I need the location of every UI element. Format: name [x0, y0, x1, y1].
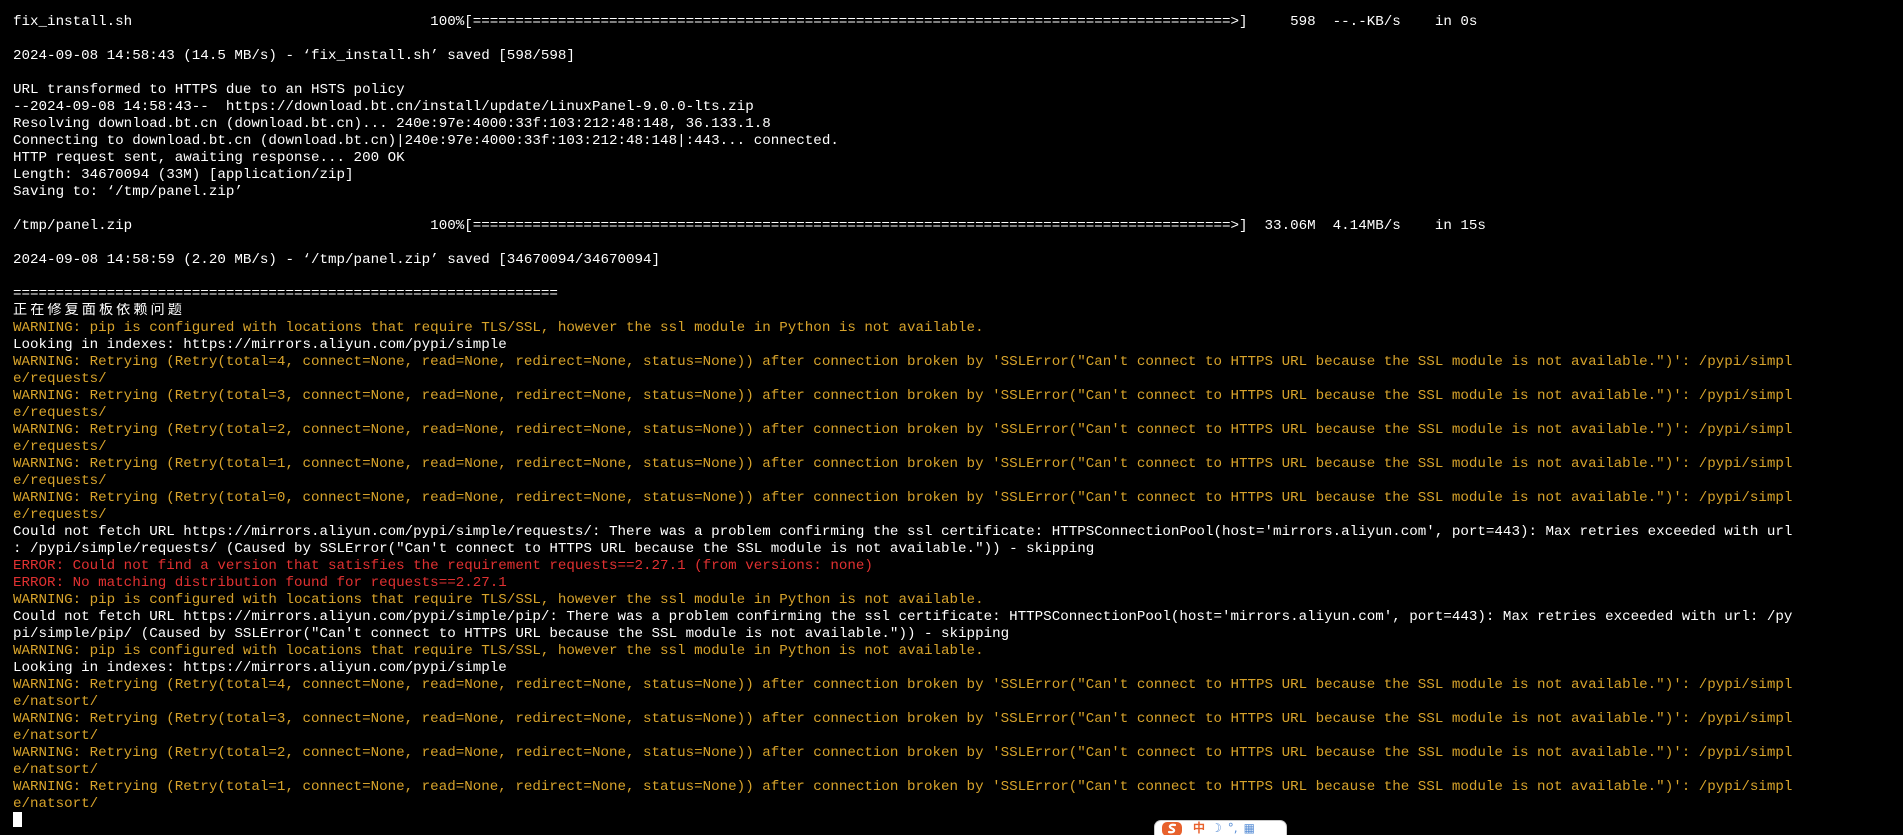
terminal-line: WARNING: Retrying (Retry(total=2, connec…	[13, 745, 1793, 761]
terminal-line: URL transformed to HTTPS due to an HSTS …	[13, 82, 405, 98]
terminal-line: pi/simple/pip/ (Caused by SSLError("Can'…	[13, 626, 1010, 642]
terminal-line: e/requests/	[13, 507, 107, 523]
terminal-line: WARNING: pip is configured with location…	[13, 643, 984, 659]
moon-icon[interactable]: ☽	[1211, 821, 1222, 835]
terminal-line: WARNING: Retrying (Retry(total=1, connec…	[13, 456, 1793, 472]
terminal-line: WARNING: Retrying (Retry(total=0, connec…	[13, 490, 1793, 506]
terminal-line: WARNING: Retrying (Retry(total=3, connec…	[13, 388, 1793, 404]
terminal-line: ERROR: No matching distribution found fo…	[13, 575, 507, 591]
ime-toolbar[interactable]: 中 ☽ °, ▦	[1154, 820, 1287, 835]
terminal-line: e/natsort/	[13, 762, 99, 778]
terminal-line: WARNING: Retrying (Retry(total=3, connec…	[13, 711, 1793, 727]
terminal-line: WARNING: pip is configured with location…	[13, 592, 984, 608]
terminal-line: WARNING: Retrying (Retry(total=4, connec…	[13, 677, 1793, 693]
terminal-line: ========================================…	[13, 286, 558, 302]
terminal-line: e/requests/	[13, 473, 107, 489]
terminal-line: 2024-09-08 14:58:43 (14.5 MB/s) - ‘fix_i…	[13, 48, 575, 64]
terminal-line: Looking in indexes: https://mirrors.aliy…	[13, 660, 507, 676]
terminal-line: e/natsort/	[13, 694, 99, 710]
terminal-line: e/natsort/	[13, 728, 99, 744]
ime-language-toggle[interactable]: 中	[1193, 821, 1205, 835]
terminal-line: WARNING: Retrying (Retry(total=4, connec…	[13, 354, 1793, 370]
terminal-line: e/requests/	[13, 439, 107, 455]
terminal-line: Connecting to download.bt.cn (download.b…	[13, 133, 839, 149]
terminal-line: /tmp/panel.zip 100%[====================…	[13, 218, 1486, 234]
terminal-line: e/requests/	[13, 405, 107, 421]
terminal-line: WARNING: Retrying (Retry(total=2, connec…	[13, 422, 1793, 438]
terminal-line: Length: 34670094 (33M) [application/zip]	[13, 167, 354, 183]
terminal-line: --2024-09-08 14:58:43-- https://download…	[13, 99, 754, 115]
keyboard-grid-icon[interactable]: ▦	[1244, 821, 1255, 835]
terminal-line: HTTP request sent, awaiting response... …	[13, 150, 405, 166]
terminal-window[interactable]: fix_install.sh 100%[====================…	[0, 0, 1903, 835]
terminal-line: WARNING: pip is configured with location…	[13, 320, 984, 336]
terminal-line: ERROR: Could not find a version that sat…	[13, 558, 873, 574]
terminal-output: fix_install.sh 100%[====================…	[13, 14, 1903, 813]
terminal-line: fix_install.sh 100%[====================…	[13, 14, 1478, 30]
terminal-line: : /pypi/simple/requests/ (Caused by SSLE…	[13, 541, 1095, 557]
sogou-logo-icon[interactable]	[1161, 821, 1183, 835]
terminal-line: 2024-09-08 14:58:59 (2.20 MB/s) - ‘/tmp/…	[13, 252, 661, 268]
terminal-line: e/requests/	[13, 371, 107, 387]
terminal-line: Saving to: ‘/tmp/panel.zip’	[13, 184, 243, 200]
terminal-cursor	[13, 812, 22, 827]
terminal-line: Looking in indexes: https://mirrors.aliy…	[13, 337, 507, 353]
terminal-line: e/natsort/	[13, 796, 99, 812]
terminal-line: 正在修复面板依赖问题	[13, 303, 185, 319]
terminal-line: Could not fetch URL https://mirrors.aliy…	[13, 609, 1793, 625]
punctuation-icon[interactable]: °,	[1228, 821, 1238, 835]
terminal-line: WARNING: Retrying (Retry(total=1, connec…	[13, 779, 1793, 795]
terminal-line: Could not fetch URL https://mirrors.aliy…	[13, 524, 1793, 540]
terminal-line: Resolving download.bt.cn (download.bt.cn…	[13, 116, 771, 132]
